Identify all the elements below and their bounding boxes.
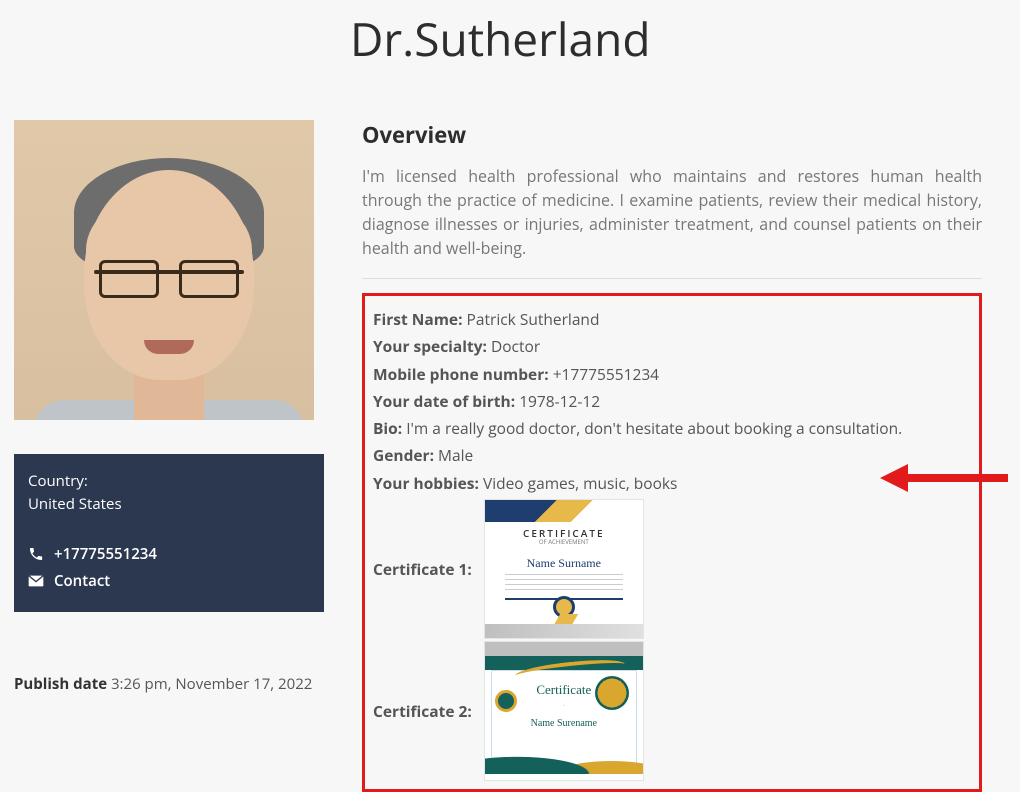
detail-bio: Bio: I'm a really good doctor, don't hes… [373, 417, 971, 440]
details-box-highlighted: First Name: Patrick Sutherland Your spec… [362, 293, 982, 792]
certificate-1-row: Certificate 1: CERTIFICATE OF ACHIEVEMEN… [373, 499, 971, 639]
overview-text: I'm licensed health professional who mai… [362, 164, 982, 260]
phone-row[interactable]: +17775551234 [28, 543, 310, 566]
detail-specialty: Your specialty: Doctor [373, 335, 971, 358]
contact-label: Contact [54, 570, 110, 593]
mail-icon [28, 575, 44, 587]
detail-dob: Your date of birth: 1978-12-12 [373, 390, 971, 413]
avatar [14, 120, 314, 420]
main-layout: Country: United States +17775551234 Cont… [0, 120, 1020, 792]
page-title: Dr.Sutherland [350, 8, 1020, 70]
publish-date-label: Publish date [14, 674, 107, 694]
certificate-2-label: Certificate 2: [373, 700, 472, 722]
left-column: Country: United States +17775551234 Cont… [14, 120, 324, 792]
country-value: United States [28, 493, 310, 516]
contact-card: Country: United States +17775551234 Cont… [14, 454, 324, 612]
phone-value: +17775551234 [54, 543, 157, 566]
contact-row[interactable]: Contact [28, 570, 310, 593]
publish-date-value: 3:26 pm, November 17, 2022 [111, 674, 312, 694]
certificate-2-row: Certificate 2: Certificate · Name Surena… [373, 641, 971, 781]
certificate-2-image[interactable]: Certificate · Name Surename [484, 641, 644, 781]
overview-heading: Overview [362, 120, 982, 150]
certificate-1-label: Certificate 1: [373, 558, 472, 580]
detail-gender: Gender: Male [373, 444, 971, 467]
detail-mobile: Mobile phone number: +17775551234 [373, 363, 971, 386]
detail-hobbies: Your hobbies: Video games, music, books [373, 472, 971, 495]
publish-date: Publish date 3:26 pm, November 17, 2022 [14, 674, 324, 694]
right-column: Overview I'm licensed health professiona… [362, 120, 982, 792]
section-divider [362, 278, 982, 279]
country-label: Country: [28, 470, 310, 493]
certificate-1-image[interactable]: CERTIFICATE OF ACHIEVEMENT Name Surname [484, 499, 644, 639]
detail-first-name: First Name: Patrick Sutherland [373, 308, 971, 331]
phone-icon [28, 546, 44, 562]
